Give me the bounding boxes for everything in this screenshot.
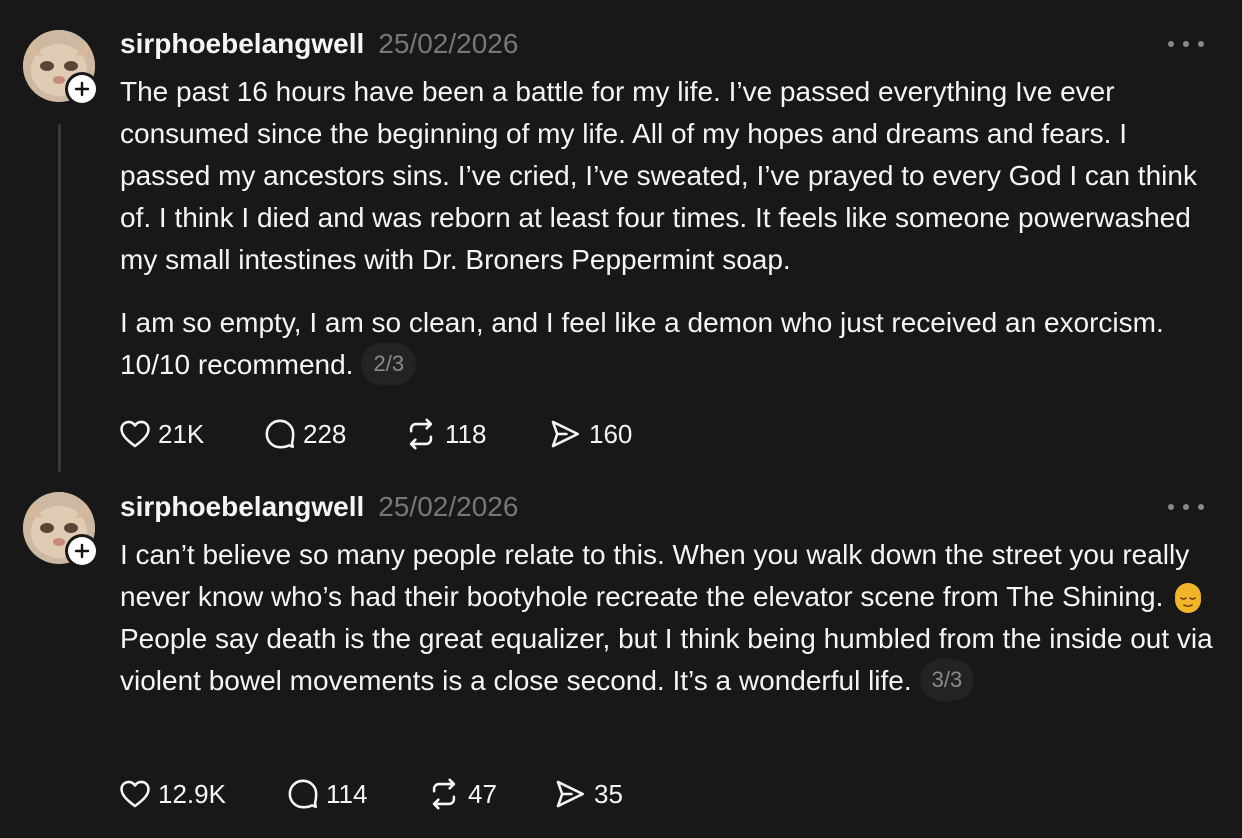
post-text: People say death is the great equalizer,… xyxy=(120,623,1213,696)
timestamp: 25/02/2026 xyxy=(378,28,519,59)
thread-counter-badge: 3/3 xyxy=(919,658,975,701)
heart-icon xyxy=(120,420,150,448)
more-options-icon-dot xyxy=(1198,504,1204,510)
more-options-icon-dot xyxy=(1183,504,1189,510)
more-options-icon-dot xyxy=(1198,41,1204,47)
follow-button[interactable] xyxy=(65,72,99,106)
post-body: I can’t believe so many people relate to… xyxy=(120,534,1220,704)
repost-arrows-icon xyxy=(432,778,456,810)
share-paper-plane-icon xyxy=(551,420,580,448)
avatar-container xyxy=(23,492,99,568)
share-button[interactable]: 160 xyxy=(547,417,667,451)
post-paragraph: The past 16 hours have been a battle for… xyxy=(120,76,1197,275)
post-text: I can’t believe so many people relate to… xyxy=(120,539,1190,612)
relieved-face-emoji-icon xyxy=(1175,582,1202,613)
thread-counter-badge: 2/3 xyxy=(361,342,417,385)
like-count: 12.9K xyxy=(158,778,226,809)
like-button[interactable]: 12.9K xyxy=(118,777,286,811)
username[interactable]: sirphoebelangwell xyxy=(120,491,364,523)
reply-count: 228 xyxy=(303,418,347,449)
plus-icon xyxy=(74,543,90,559)
more-options-icon-dot xyxy=(1183,41,1189,47)
plus-icon xyxy=(74,81,90,97)
repost-button[interactable]: 118 xyxy=(403,417,547,451)
repost-arrows-icon xyxy=(409,418,433,450)
more-options-button[interactable] xyxy=(1168,34,1204,54)
follow-button[interactable] xyxy=(65,534,99,568)
post-paragraph: I am so empty, I am so clean, and I feel… xyxy=(120,307,1164,380)
like-count: 21K xyxy=(158,418,205,449)
share-button[interactable]: 35 xyxy=(552,777,672,811)
share-count: 35 xyxy=(594,778,623,809)
share-count: 160 xyxy=(589,418,633,449)
comment-bubble-icon xyxy=(265,419,295,449)
avatar-container xyxy=(23,30,99,106)
more-options-icon xyxy=(1168,504,1174,510)
repost-count: 47 xyxy=(468,778,497,809)
reply-button[interactable]: 114 xyxy=(286,777,426,811)
action-bar: 21K 228 118 160 xyxy=(118,416,667,452)
like-button[interactable]: 21K xyxy=(118,417,263,451)
share-paper-plane-icon xyxy=(556,780,585,808)
repost-count: 118 xyxy=(445,418,487,449)
timestamp: 25/02/2026 xyxy=(378,491,519,522)
more-options-button[interactable] xyxy=(1168,497,1204,517)
thread-connector-line xyxy=(58,124,61,472)
reply-button[interactable]: 228 xyxy=(263,417,403,451)
post-paragraph-with-counter: I am so empty, I am so clean, and I feel… xyxy=(120,302,1220,388)
heart-icon xyxy=(120,780,150,808)
post-header: sirphoebelangwell 25/02/2026 xyxy=(120,24,518,64)
more-options-icon xyxy=(1168,41,1174,47)
username[interactable]: sirphoebelangwell xyxy=(120,28,364,60)
action-bar: 12.9K 114 47 35 xyxy=(118,776,672,812)
comment-bubble-icon xyxy=(288,779,318,809)
post-body: The past 16 hours have been a battle for… xyxy=(120,71,1220,388)
post-paragraph-with-counter: I can’t believe so many people relate to… xyxy=(120,534,1220,704)
reply-count: 114 xyxy=(326,778,368,809)
repost-button[interactable]: 47 xyxy=(426,777,552,811)
post-header: sirphoebelangwell 25/02/2026 xyxy=(120,487,518,527)
